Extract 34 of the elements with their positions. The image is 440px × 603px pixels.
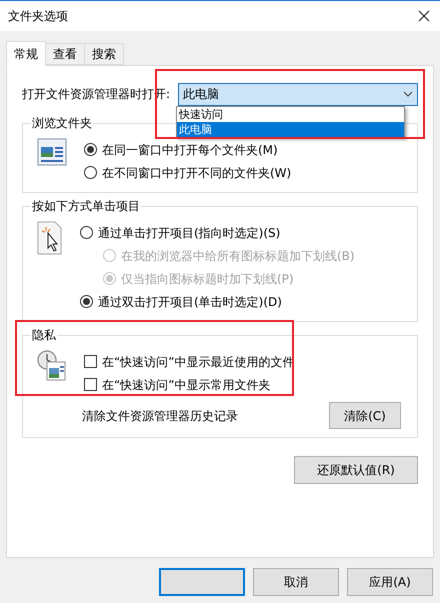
clear-history-label: 清除文件资源管理器历史记录	[82, 408, 238, 424]
radio-button[interactable]	[80, 295, 93, 308]
checkbox[interactable]	[84, 378, 97, 391]
tab[interactable]: 常规	[6, 41, 46, 66]
clear-button[interactable]: 清除(C)	[329, 402, 401, 429]
dropdown[interactable]: 此电脑	[178, 82, 418, 106]
option-label: 在同一窗口中打开每个文件夹(M)	[102, 142, 278, 158]
restore-defaults-button[interactable]: 还原默认值(R)	[294, 456, 418, 484]
tab[interactable]: 搜索	[84, 43, 124, 65]
window-icon	[37, 138, 67, 166]
cursor-icon	[37, 221, 63, 255]
radio-button[interactable]	[84, 166, 97, 179]
group-title: 隐私	[31, 327, 57, 343]
tab[interactable]: 查看	[45, 43, 85, 65]
option-label: 通过双击打开项目(单击时选定)(D)	[98, 294, 282, 310]
option-label: 在不同窗口中打开不同的文件夹(W)	[102, 164, 292, 182]
clock-document-icon	[37, 350, 67, 382]
checkbox[interactable]	[84, 355, 97, 368]
group-title: 浏览文件夹	[31, 115, 93, 131]
dialog-button[interactable]: 取消	[253, 568, 339, 596]
dialog-button[interactable]	[159, 568, 245, 596]
dropdown-option[interactable]: 此电脑	[177, 122, 404, 137]
radio-button[interactable]	[84, 143, 97, 156]
dialog-button[interactable]: 应用(A)	[347, 568, 433, 596]
close-icon[interactable]	[418, 10, 430, 22]
window-title: 文件夹选项	[8, 8, 68, 25]
option-label: 在“快速访问”中显示常用文件夹	[102, 376, 270, 394]
option-label: 通过单击打开项目(指向时选定)(S)	[98, 224, 280, 242]
option-label: 在我的浏览器中给所有图标标题加下划线(B)	[121, 248, 355, 264]
dropdown-option[interactable]: 快速访问	[177, 107, 404, 122]
option-label: 仅当指向图标标题时加下划线(P)	[121, 270, 294, 288]
group-title: 按如下方式单击项目	[31, 198, 141, 214]
radio-button[interactable]	[80, 226, 93, 239]
chevron-down-icon	[403, 91, 413, 97]
